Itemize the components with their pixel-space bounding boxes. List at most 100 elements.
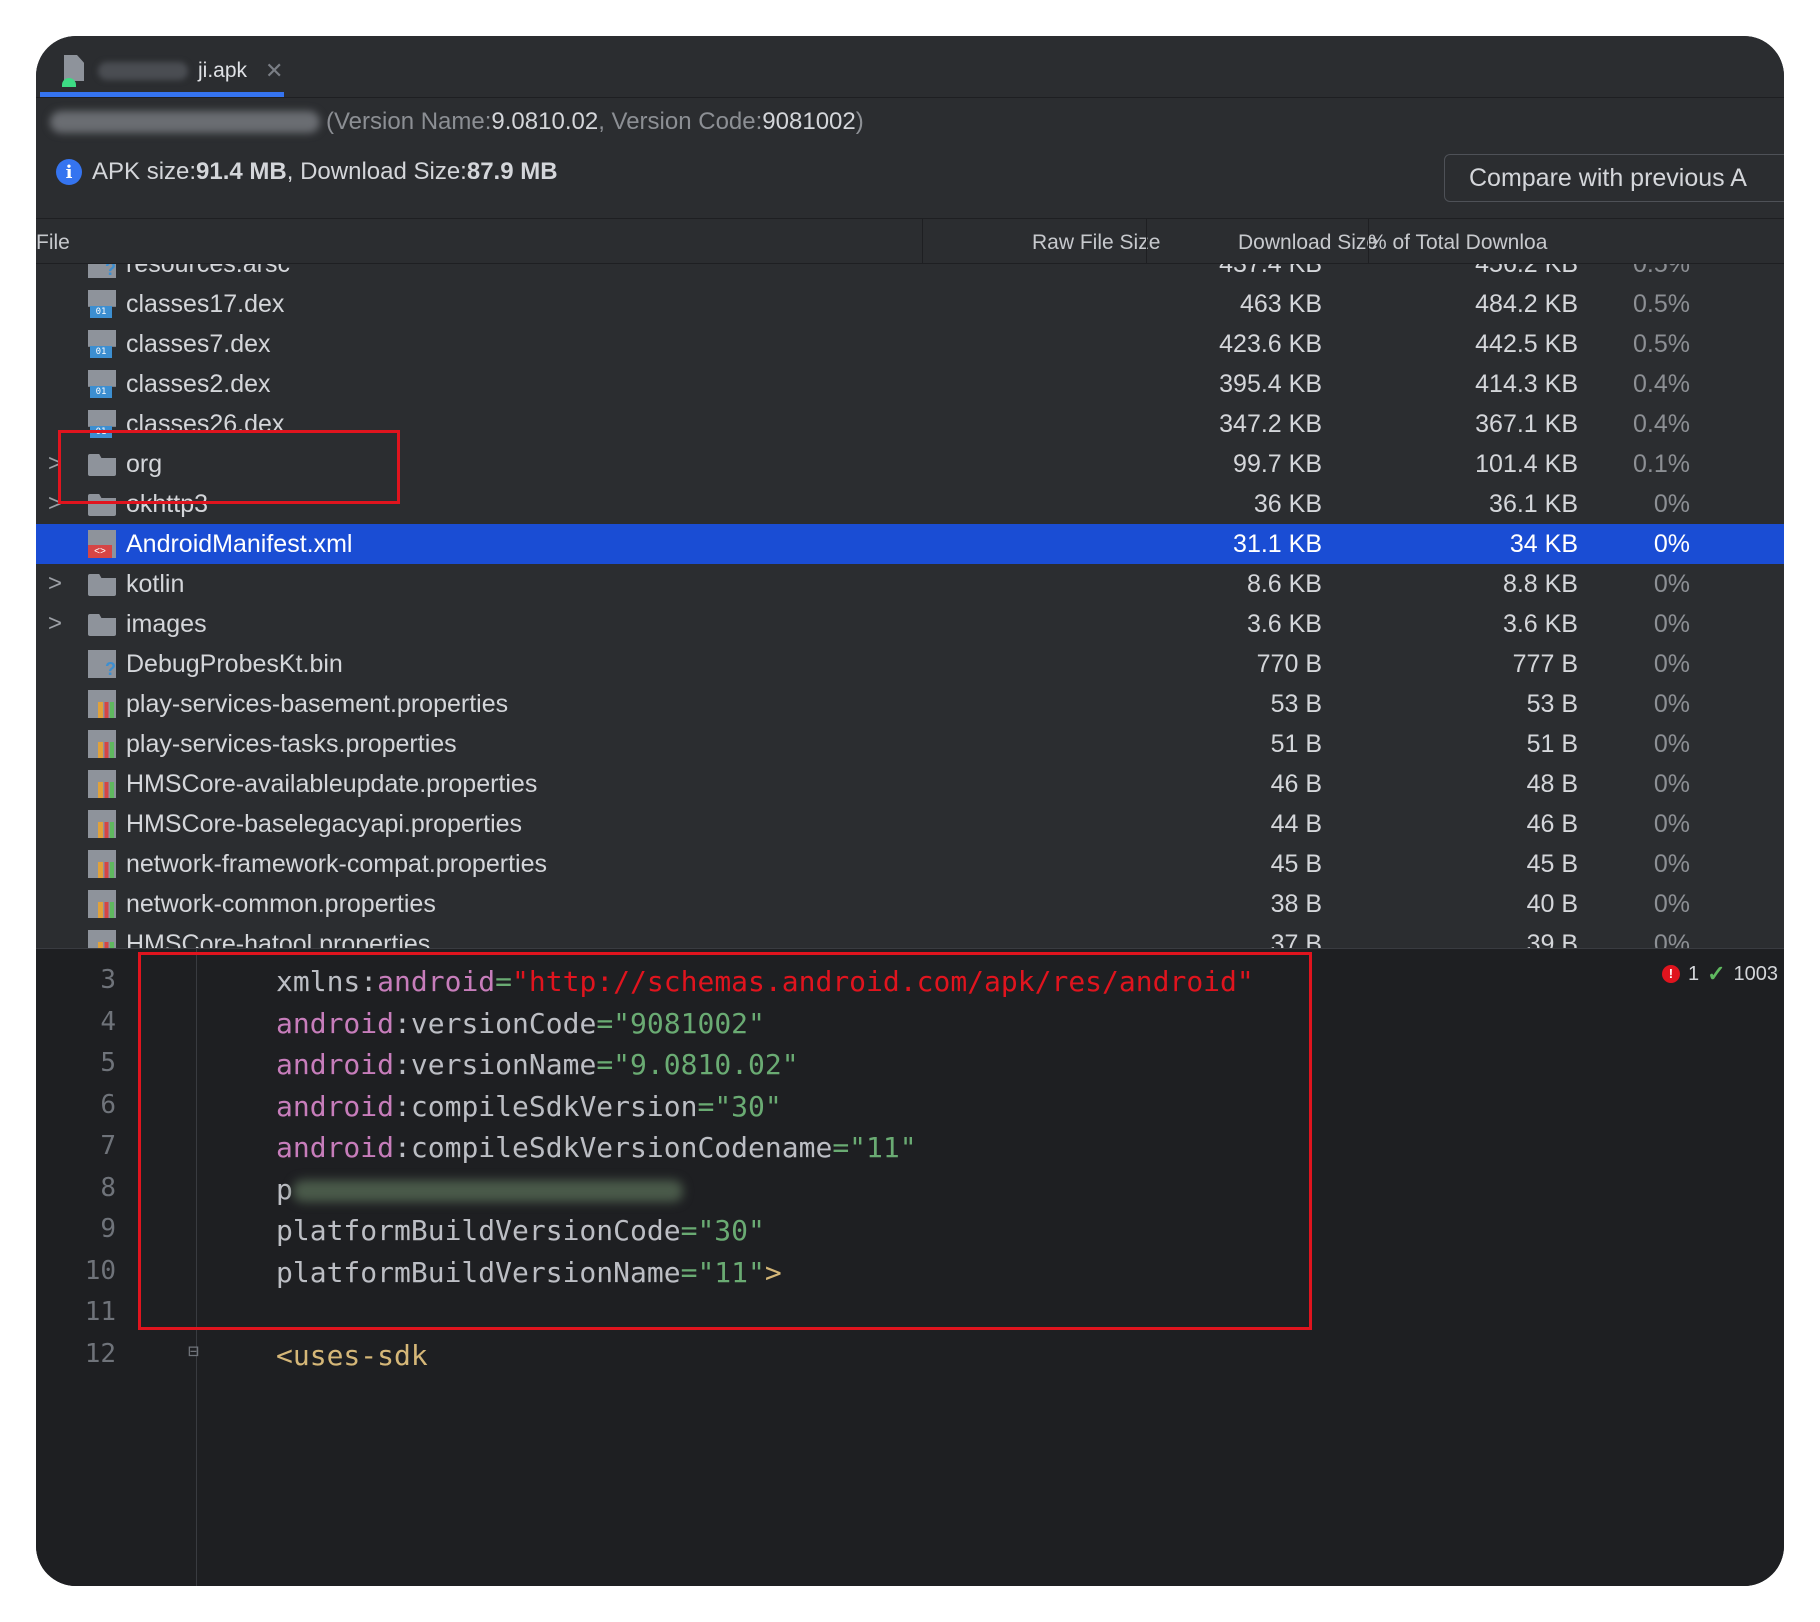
table-row[interactable]: classes17.dex 463 KB 484.2 KB 0.5% [36,284,1784,324]
raw-size: 423.6 KB [1219,330,1322,358]
raw-size: 395.4 KB [1219,370,1322,398]
download-size-label: , Download Size: [286,158,467,185]
percent-total: 0% [1653,650,1690,678]
raw-size: 44 B [1270,810,1322,838]
table-row[interactable]: > images 3.6 KB 3.6 KB 0% [36,604,1784,644]
raw-size: 53 B [1270,690,1322,718]
properties-file-icon [88,850,116,878]
percent-total: 0% [1653,810,1690,838]
column-divider[interactable] [1146,219,1147,265]
properties-file-icon [88,890,116,918]
info-icon: i [56,159,82,185]
version-code-value: 9081002 [762,108,856,135]
fold-icon[interactable]: ⊟ [188,1341,199,1362]
tab-label: ji.apk [198,59,248,82]
table-header: File Raw File Size Download Size % of To… [36,218,1784,265]
dex-file-icon [88,330,116,358]
properties-file-icon [88,810,116,838]
percent-total: 0% [1653,610,1690,638]
download-size: 34 KB [1509,530,1578,558]
file-name: AndroidManifest.xml [126,530,353,558]
file-name: classes7.dex [126,330,271,358]
table-row[interactable]: AndroidManifest.xml 31.1 KB 34 KB 0% [36,524,1784,564]
dex-file-icon [88,290,116,318]
expand-chevron-icon[interactable]: > [48,610,62,638]
percent-total: 0.5% [1633,264,1690,278]
raw-size: 31.1 KB [1233,530,1322,558]
line-number: 5 [100,1048,116,1078]
table-row[interactable]: network-framework-compat.properties 45 B 4… [36,844,1784,884]
file-name: network-framework-compat.properties [126,850,547,878]
percent-total: 0.5% [1633,330,1690,358]
table-row[interactable]: > kotlin 8.6 KB 8.8 KB 0% [36,564,1784,604]
column-header-percent[interactable]: % of Total Downloa [1368,231,1547,255]
file-table: resources.arsc 437.4 KB 456.2 KB 0.5% cl… [36,264,1784,964]
table-row[interactable]: play-services-basement.properties 53 B 53 … [36,684,1784,724]
download-size: 48 B [1526,770,1578,798]
properties-file-icon [88,730,116,758]
table-row[interactable]: resources.arsc 437.4 KB 456.2 KB 0.5% [36,264,1784,284]
expand-chevron-icon[interactable]: > [48,570,62,598]
version-name-label: (Version Name: [326,108,492,135]
table-row[interactable]: HMSCore-availableupdate.properties 46 B 48… [36,764,1784,804]
close-icon[interactable]: ✕ [265,59,283,84]
properties-file-icon [88,690,116,718]
column-header-raw-size[interactable]: Raw File Size [1032,231,1160,255]
download-size: 484.2 KB [1475,290,1578,318]
raw-size: 99.7 KB [1233,450,1322,478]
line-number: 4 [100,1006,116,1037]
file-name: images [126,610,207,638]
properties-file-icon [88,770,116,798]
percent-total: 0% [1653,730,1690,758]
compare-button[interactable]: Compare with previous A [1444,154,1784,202]
binary-file-icon [88,650,116,680]
percent-total: 0% [1653,690,1690,718]
version-name-value: 9.0810.02 [491,108,599,135]
percent-total: 0.1% [1633,450,1690,478]
xml-file-icon [88,530,116,558]
line-number: 7 [100,1131,116,1161]
table-row[interactable]: network-common.properties 38 B 40 B 0% [36,884,1784,924]
file-name: HMSCore-baselegacyapi.properties [126,810,523,838]
code-text: <uses-sdk [276,1339,428,1372]
table-row[interactable]: DebugProbesKt.bin 770 B 777 B 0% [36,644,1784,684]
line-number: 6 [100,1089,116,1120]
table-row[interactable]: HMSCore-baselegacyapi.properties 44 B 46 B… [36,804,1784,844]
table-row[interactable]: classes2.dex 395.4 KB 414.3 KB 0.4% [36,364,1784,404]
percent-total: 0.5% [1633,290,1690,318]
apk-file-icon [62,55,88,87]
code-line[interactable]: 12 <uses-sdk ⊟ [36,1331,1784,1379]
file-name: kotlin [126,570,185,598]
folder-icon [88,574,116,596]
percent-total: 0.4% [1633,370,1690,398]
version-suffix: ) [855,108,864,135]
file-name: classes2.dex [126,370,271,398]
table-row[interactable]: classes7.dex 423.6 KB 442.5 KB 0.5% [36,324,1784,364]
file-name: HMSCore-availableupdate.properties [126,770,538,798]
line-number: 10 [84,1255,116,1286]
download-size: 3.6 KB [1502,610,1578,638]
download-size: 45 B [1526,850,1578,878]
column-header-download-size[interactable]: Download Size [1238,231,1378,255]
raw-size: 36 KB [1253,490,1322,518]
editor-tab-bar: ji.apk ✕ [36,36,1784,98]
arsc-file-icon [88,264,116,280]
apk-size-label: APK size: [92,158,197,185]
percent-total: 0.4% [1633,410,1690,438]
active-tab-indicator [40,92,284,97]
column-header-file[interactable]: File [36,231,70,255]
redacted-tab-name [98,62,188,80]
file-name: play-services-tasks.properties [126,730,457,758]
column-divider[interactable] [922,219,923,265]
file-name: resources.arsc [126,264,290,278]
line-number: 9 [100,1214,116,1244]
raw-size: 45 B [1270,850,1322,878]
code-token: <uses-sdk [276,1338,428,1372]
table-row[interactable]: play-services-tasks.properties 51 B 51 B 0% [36,724,1784,764]
percent-total: 0% [1653,890,1690,918]
tab-apk-file[interactable]: ji.apk ✕ [40,46,284,96]
file-name: DebugProbesKt.bin [126,650,343,678]
size-info: i APK size: 91.4 MB, Download Size: 87.9… [56,152,558,192]
file-name: classes17.dex [126,290,285,318]
percent-total: 0% [1653,570,1690,598]
